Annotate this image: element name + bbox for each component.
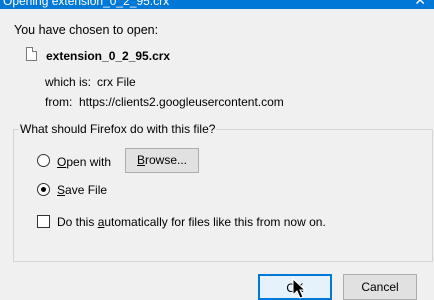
which-is-label: which is:	[45, 75, 92, 89]
open-with-label[interactable]: Open with	[57, 155, 111, 169]
dialog-heading: You have chosen to open:	[14, 23, 159, 37]
auto-checkbox[interactable]	[37, 215, 50, 228]
title-bar: Opening extension_0_2_95.crx ✕	[0, 0, 434, 9]
open-with-mnemonic: O	[57, 155, 67, 169]
auto-label[interactable]: Do this automatically for files like thi…	[57, 215, 326, 229]
file-icon	[26, 47, 37, 61]
from-label: from:	[45, 95, 73, 109]
source-url-value: https://clients2.googleusercontent.com	[79, 95, 284, 109]
save-file-radio[interactable]	[37, 183, 50, 196]
browse-label-text: rowse...	[145, 153, 188, 167]
open-with-radio[interactable]	[37, 154, 50, 167]
file-type-value: crx File	[97, 75, 136, 89]
browse-mnemonic: B	[136, 153, 145, 167]
save-file-label-text: ave File	[65, 183, 108, 197]
save-file-mnemonic: S	[57, 183, 66, 197]
browse-button[interactable]: Browse...	[125, 148, 199, 173]
save-file-label[interactable]: Save File	[57, 183, 107, 197]
open-with-label-text: pen with	[66, 155, 112, 169]
action-group-legend: What should Firefox do with this file?	[19, 122, 217, 136]
close-icon[interactable]: ✕	[414, 0, 426, 7]
auto-label-before: Do this	[57, 215, 98, 229]
window-title: Opening extension_0_2_95.crx	[3, 0, 170, 8]
cancel-button[interactable]: Cancel	[343, 274, 417, 300]
file-name: extension_0_2_95.crx	[46, 49, 171, 63]
mouse-pointer-icon	[292, 278, 307, 299]
auto-label-rest: utomatically for files like this from no…	[104, 215, 326, 229]
